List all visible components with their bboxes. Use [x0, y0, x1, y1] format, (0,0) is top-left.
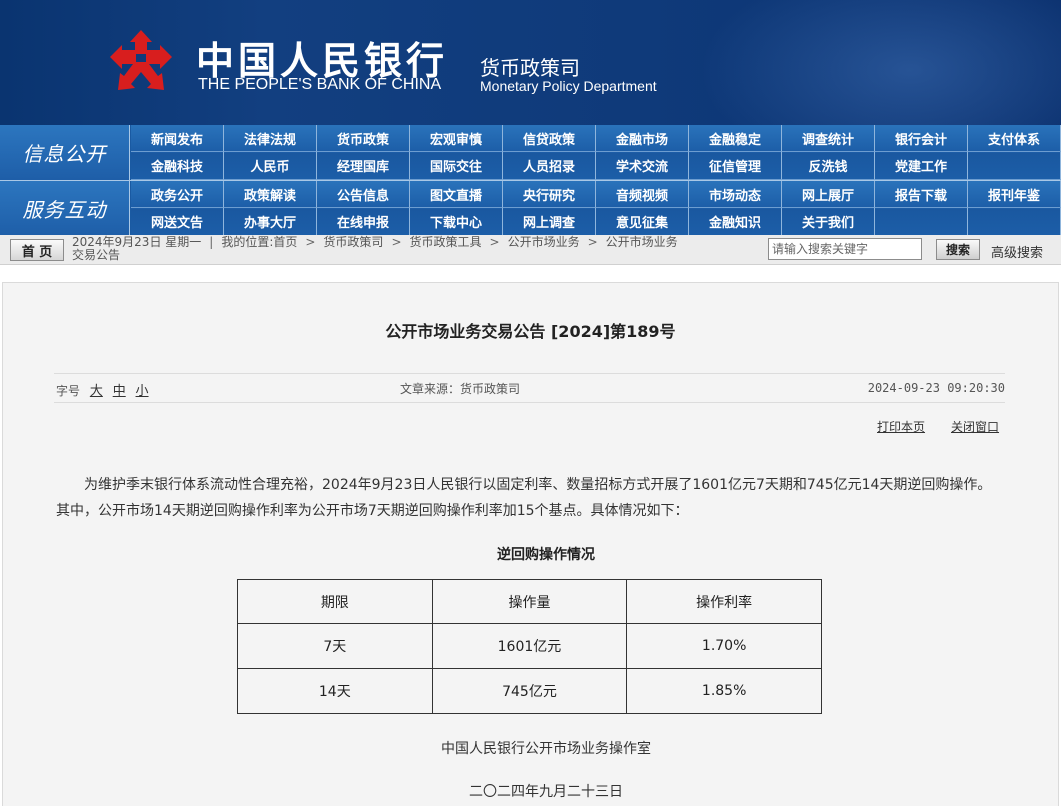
nav-item: [968, 208, 1061, 236]
nav-grid-service: 政务公开 政策解读 公告信息 图文直播 央行研究 音频视频 市场动态 网上展厅 报告下载 报刊年鉴…: [131, 181, 1061, 236]
nav-item[interactable]: 经理国库: [317, 152, 410, 180]
nav-item[interactable]: 学术交流: [596, 152, 689, 180]
reverse-repo-table: 期限 操作量 操作利率 7天 1601亿元 1.70% 14天 745亿元 1.…: [237, 579, 822, 714]
article-date-cn: 二〇二四年九月二十三日: [469, 784, 623, 800]
font-size-medium[interactable]: 中: [113, 384, 126, 399]
breadcrumb-location[interactable]: 我的位置:首页: [221, 235, 297, 249]
close-window-link[interactable]: 关闭窗口: [951, 418, 999, 435]
breadcrumb-chevron-icon: >: [587, 235, 598, 249]
current-date: 2024年9月23日 星期一: [72, 235, 202, 249]
nav-item[interactable]: 银行会计: [875, 125, 968, 152]
search-button[interactable]: 搜索: [936, 239, 980, 260]
nav-item[interactable]: 政策解读: [224, 181, 317, 208]
font-size-large[interactable]: 大: [90, 384, 103, 399]
table-row: 14天 745亿元 1.85%: [237, 668, 822, 714]
breadcrumb-item[interactable]: 公开市场业务: [606, 235, 678, 249]
table-cell: 745亿元: [431, 668, 628, 714]
home-button[interactable]: 首 页: [10, 239, 64, 261]
article-title: 公开市场业务交易公告 [2024]第189号: [385, 322, 676, 341]
nav-item[interactable]: 征信管理: [689, 152, 782, 180]
breadcrumb-chevron-icon: >: [489, 235, 500, 249]
table-cell: 1601亿元: [431, 623, 628, 669]
advanced-search-link[interactable]: 高级搜索: [991, 242, 1043, 261]
table-cell: 1.70%: [626, 623, 822, 669]
column-header: 操作量: [431, 579, 628, 624]
breadcrumb-chevron-icon: >: [391, 235, 402, 249]
nav-item[interactable]: 人员招录: [503, 152, 596, 180]
nav-item[interactable]: 党建工作: [875, 152, 968, 180]
header-banner: 中国人民银行 THE PEOPLE'S BANK OF CHINA 货币政策司 …: [0, 0, 1061, 125]
nav-item: [968, 152, 1061, 180]
nav-item[interactable]: 央行研究: [503, 181, 596, 208]
breadcrumb-item[interactable]: 货币政策工具: [410, 235, 482, 249]
nav-item[interactable]: 国际交往: [410, 152, 503, 180]
nav-item[interactable]: 政务公开: [131, 181, 224, 208]
department-name-en: Monetary Policy Department: [480, 78, 657, 94]
table-title: 逆回购操作情况: [497, 547, 595, 563]
nav-item[interactable]: 新闻发布: [131, 125, 224, 152]
banner-glow: [700, 0, 1061, 125]
column-header: 操作利率: [626, 579, 822, 624]
pboc-logo-icon: [110, 30, 172, 90]
font-size-small[interactable]: 小: [136, 384, 149, 399]
nav-item[interactable]: 金融市场: [596, 125, 689, 152]
nav-item[interactable]: 信贷政策: [503, 125, 596, 152]
nav-item[interactable]: 网上展厅: [782, 181, 875, 208]
nav-grid-info: 新闻发布 法律法规 货币政策 宏观审慎 信贷政策 金融市场 金融稳定 调查统计 银行会计 支付体系…: [131, 125, 1061, 180]
bank-name-en: THE PEOPLE'S BANK OF CHINA: [198, 76, 442, 93]
department-name-cn: 货币政策司: [480, 56, 580, 80]
table-header-row: 期限 操作量 操作利率: [237, 579, 822, 624]
nav-block-info-disclosure: 信息公开 新闻发布 法律法规 货币政策 宏观审慎 信贷政策 金融市场 金融稳定 调查统计 银行会…: [0, 125, 1061, 180]
nav-item[interactable]: 音频视频: [596, 181, 689, 208]
nav-item[interactable]: 报告下载: [875, 181, 968, 208]
main-navigation: 信息公开 新闻发布 法律法规 货币政策 宏观审慎 信贷政策 金融市场 金融稳定 调查统计 银行会…: [0, 125, 1061, 236]
table-row: 7天 1601亿元 1.70%: [237, 623, 822, 669]
nav-item[interactable]: 图文直播: [410, 181, 503, 208]
breadcrumb-chevron-icon: >: [305, 235, 316, 249]
print-page-link[interactable]: 打印本页: [877, 418, 925, 435]
breadcrumb-item[interactable]: 公开市场业务: [508, 235, 580, 249]
column-header: 期限: [237, 579, 433, 624]
nav-item[interactable]: 公告信息: [317, 181, 410, 208]
nav-item[interactable]: 网上调查: [503, 208, 596, 236]
nav-item[interactable]: 法律法规: [224, 125, 317, 152]
font-size-label: 字号: [56, 384, 81, 398]
article-signature: 中国人民银行公开市场业务操作室: [441, 741, 651, 757]
article-datetime: 2024-09-23 09:20:30: [867, 381, 1005, 395]
nav-item[interactable]: 支付体系: [968, 125, 1061, 152]
table-cell: 7天: [237, 623, 433, 669]
nav-item[interactable]: 调查统计: [782, 125, 875, 152]
nav-item[interactable]: 办事大厅: [224, 208, 317, 236]
article-meta-bar: 字号 大 中 小 文章来源：货币政策司 2024-09-23 09:20:30: [54, 373, 1005, 403]
search-input[interactable]: [768, 238, 922, 260]
article-body: 为维护季末银行体系流动性合理充裕，2024年9月23日人民银行以固定利率、数量招…: [56, 477, 992, 519]
nav-item[interactable]: 下载中心: [410, 208, 503, 236]
nav-item[interactable]: 网送文告: [131, 208, 224, 236]
breadcrumb-item-last[interactable]: 交易公告: [72, 248, 120, 262]
nav-item[interactable]: 货币政策: [317, 125, 410, 152]
nav-item[interactable]: 金融知识: [689, 208, 782, 236]
nav-item: [875, 208, 968, 236]
breadcrumb: 2024年9月23日 星期一 | 我的位置:首页 > 货币政策司 > 货币政策工具 > 公开市场…: [72, 236, 764, 262]
nav-item[interactable]: 报刊年鉴: [968, 181, 1061, 208]
nav-item[interactable]: 反洗钱: [782, 152, 875, 180]
nav-item[interactable]: 关于我们: [782, 208, 875, 236]
table-cell: 14天: [237, 668, 433, 714]
table-cell: 1.85%: [626, 668, 822, 714]
nav-block-label[interactable]: 服务互动: [0, 181, 130, 236]
article-source: 文章来源：货币政策司: [400, 382, 521, 396]
nav-item[interactable]: 意见征集: [596, 208, 689, 236]
nav-item[interactable]: 金融科技: [131, 152, 224, 180]
nav-item[interactable]: 人民币: [224, 152, 317, 180]
nav-block-label[interactable]: 信息公开: [0, 125, 130, 180]
breadcrumb-separator: |: [209, 235, 214, 249]
font-size-controls: 字号 大 中 小: [56, 380, 149, 399]
nav-item[interactable]: 金融稳定: [689, 125, 782, 152]
breadcrumb-item[interactable]: 货币政策司: [323, 235, 383, 249]
nav-item[interactable]: 在线申报: [317, 208, 410, 236]
nav-item[interactable]: 市场动态: [689, 181, 782, 208]
nav-item[interactable]: 宏观审慎: [410, 125, 503, 152]
nav-block-service-interaction: 服务互动 政务公开 政策解读 公告信息 图文直播 央行研究 音频视频 市场动态 网上展厅 报告下…: [0, 180, 1061, 236]
